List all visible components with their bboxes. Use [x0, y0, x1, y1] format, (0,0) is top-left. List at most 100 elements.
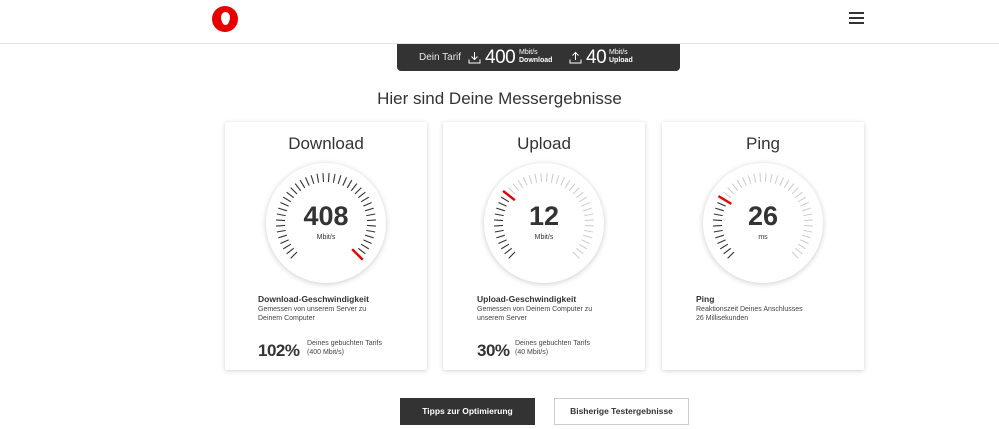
gauge-tick	[528, 175, 533, 185]
card-description: Gemessen von Deinem Computer zu unserem S…	[477, 306, 593, 322]
gauge-tick	[787, 183, 795, 192]
tarif-download-unit: Mbit/s Download	[519, 49, 553, 64]
gauge-tick	[282, 243, 292, 250]
vodafone-logo-icon[interactable]	[212, 6, 238, 32]
gauge-tick	[517, 179, 524, 189]
card-title: Upload	[517, 134, 571, 153]
gauge-tick	[731, 183, 739, 192]
gauge-tick	[791, 251, 799, 259]
tarif-upload-unit: Mbit/s Upload	[609, 49, 633, 64]
gauge-tick	[727, 251, 735, 259]
gauge-tick	[346, 179, 353, 189]
gauge-tick	[759, 173, 762, 183]
gauge-value: 12	[528, 201, 560, 231]
card-subtitle: Upload-Geschwindigkeit	[477, 294, 577, 304]
gauge-tick	[508, 251, 516, 259]
upload-card: Upload 12 Mbit/s Upload-Geschwindigkeit …	[443, 122, 645, 370]
hamburger-menu-icon[interactable]	[849, 12, 864, 25]
gauge-tick	[286, 247, 295, 255]
card-description: Gemessen von unserem Server zu Deinem Com…	[258, 306, 367, 322]
history-button[interactable]: Bisherige Testergebnisse	[554, 398, 689, 425]
upload-gauge: 12 Mbit/s	[484, 163, 604, 283]
tips-button[interactable]: Tipps zur Optimierung	[400, 398, 535, 425]
download-gauge: 408 Mbit/s	[266, 163, 386, 283]
tarif-download-value: 400	[485, 47, 516, 68]
gauge-unit: Mbit/s	[316, 234, 336, 241]
gauge-tick	[310, 175, 315, 185]
gauge-tick	[572, 187, 580, 195]
card-title: Ping	[745, 134, 781, 153]
gauge-tick	[354, 187, 362, 195]
download-icon	[468, 52, 481, 64]
gauge-tick	[337, 175, 342, 185]
gauge-tick	[779, 177, 785, 186]
site-header	[0, 0, 999, 44]
gauge-tick	[575, 191, 584, 199]
gauge-tick	[753, 173, 757, 183]
gauge-tick	[564, 179, 571, 189]
gauge-tick	[342, 177, 348, 186]
gauge-tick	[316, 173, 320, 183]
results-title: Hier sind Deine Messergebnisse	[377, 89, 622, 108]
gauge-tick	[357, 191, 366, 199]
gauge-tick	[741, 177, 747, 186]
gauge-tick	[727, 187, 735, 195]
gauge-value: 26	[747, 201, 779, 231]
gauge-tick	[327, 173, 330, 183]
gauge-tick	[783, 179, 790, 189]
gauge-tick	[540, 173, 543, 183]
gauge-tick	[723, 191, 732, 199]
card-percent-text: Deines gebuchten Tarifs (400 Mbit/s)	[307, 340, 382, 356]
gauge-tick	[568, 183, 576, 192]
gauge-value: 408	[303, 201, 349, 231]
gauge-tick	[736, 179, 743, 189]
gauge-tick	[534, 173, 538, 183]
gauge-tick	[560, 177, 566, 186]
tarif-label: Dein Tarif	[419, 52, 462, 63]
gauge-tick	[764, 173, 767, 183]
gauge-tick	[290, 187, 298, 195]
gauge-tick	[500, 243, 510, 250]
card-percent: 30%	[477, 341, 510, 360]
gauge-tick	[332, 173, 336, 183]
gauge-tick	[791, 187, 799, 195]
gauge-tick	[294, 183, 302, 192]
gauge-tick	[572, 251, 580, 259]
gauge-tick	[299, 179, 306, 189]
gauge-tick	[774, 175, 779, 185]
download-card: Download 408 Mbit/s Download-Geschwindig…	[225, 122, 427, 370]
ping-card: Ping 26 ms Ping Reaktionszeit Deines Ans…	[662, 122, 864, 370]
gauge-tick	[578, 243, 588, 250]
card-title: Download	[288, 134, 364, 153]
gauge-tick	[290, 251, 298, 259]
gauge-tick	[794, 247, 803, 255]
gauge-tick	[797, 243, 807, 250]
gauge-tick	[508, 187, 516, 195]
gauge-tick	[350, 183, 358, 192]
gauge-tick	[304, 177, 310, 186]
gauge-tick	[794, 191, 803, 199]
gauge-tick	[575, 247, 584, 255]
gauge-tick	[747, 175, 752, 185]
gauge-tick	[360, 243, 370, 250]
card-subtitle: Download-Geschwindigkeit	[258, 294, 369, 304]
gauge-tick	[555, 175, 560, 185]
tarif-upload-value: 40	[586, 47, 607, 68]
gauge-unit: ms	[758, 234, 768, 241]
card-percent-text: Deines gebuchten Tarifs (40 Mbit/s)	[515, 340, 590, 356]
gauge-tick	[512, 183, 520, 192]
gauge-tick	[719, 243, 729, 250]
gauge-tick	[504, 247, 513, 255]
card-percent: 102%	[258, 341, 300, 360]
upload-icon	[569, 51, 582, 64]
card-subtitle: Ping	[696, 294, 715, 304]
card-description: Reaktionszeit Deines Anschlusses 26 Milli…	[696, 306, 803, 322]
gauge-tick	[357, 247, 366, 255]
gauge-tick	[522, 177, 528, 186]
gauge-tick	[769, 173, 773, 183]
gauge-unit: Mbit/s	[534, 234, 554, 241]
gauge-tick	[322, 173, 325, 183]
tarif-bar: Dein Tarif 400 Mbit/s Download 40 Mbit/s U…	[397, 44, 680, 71]
gauge-tick	[550, 173, 554, 183]
gauge-tick	[286, 191, 295, 199]
